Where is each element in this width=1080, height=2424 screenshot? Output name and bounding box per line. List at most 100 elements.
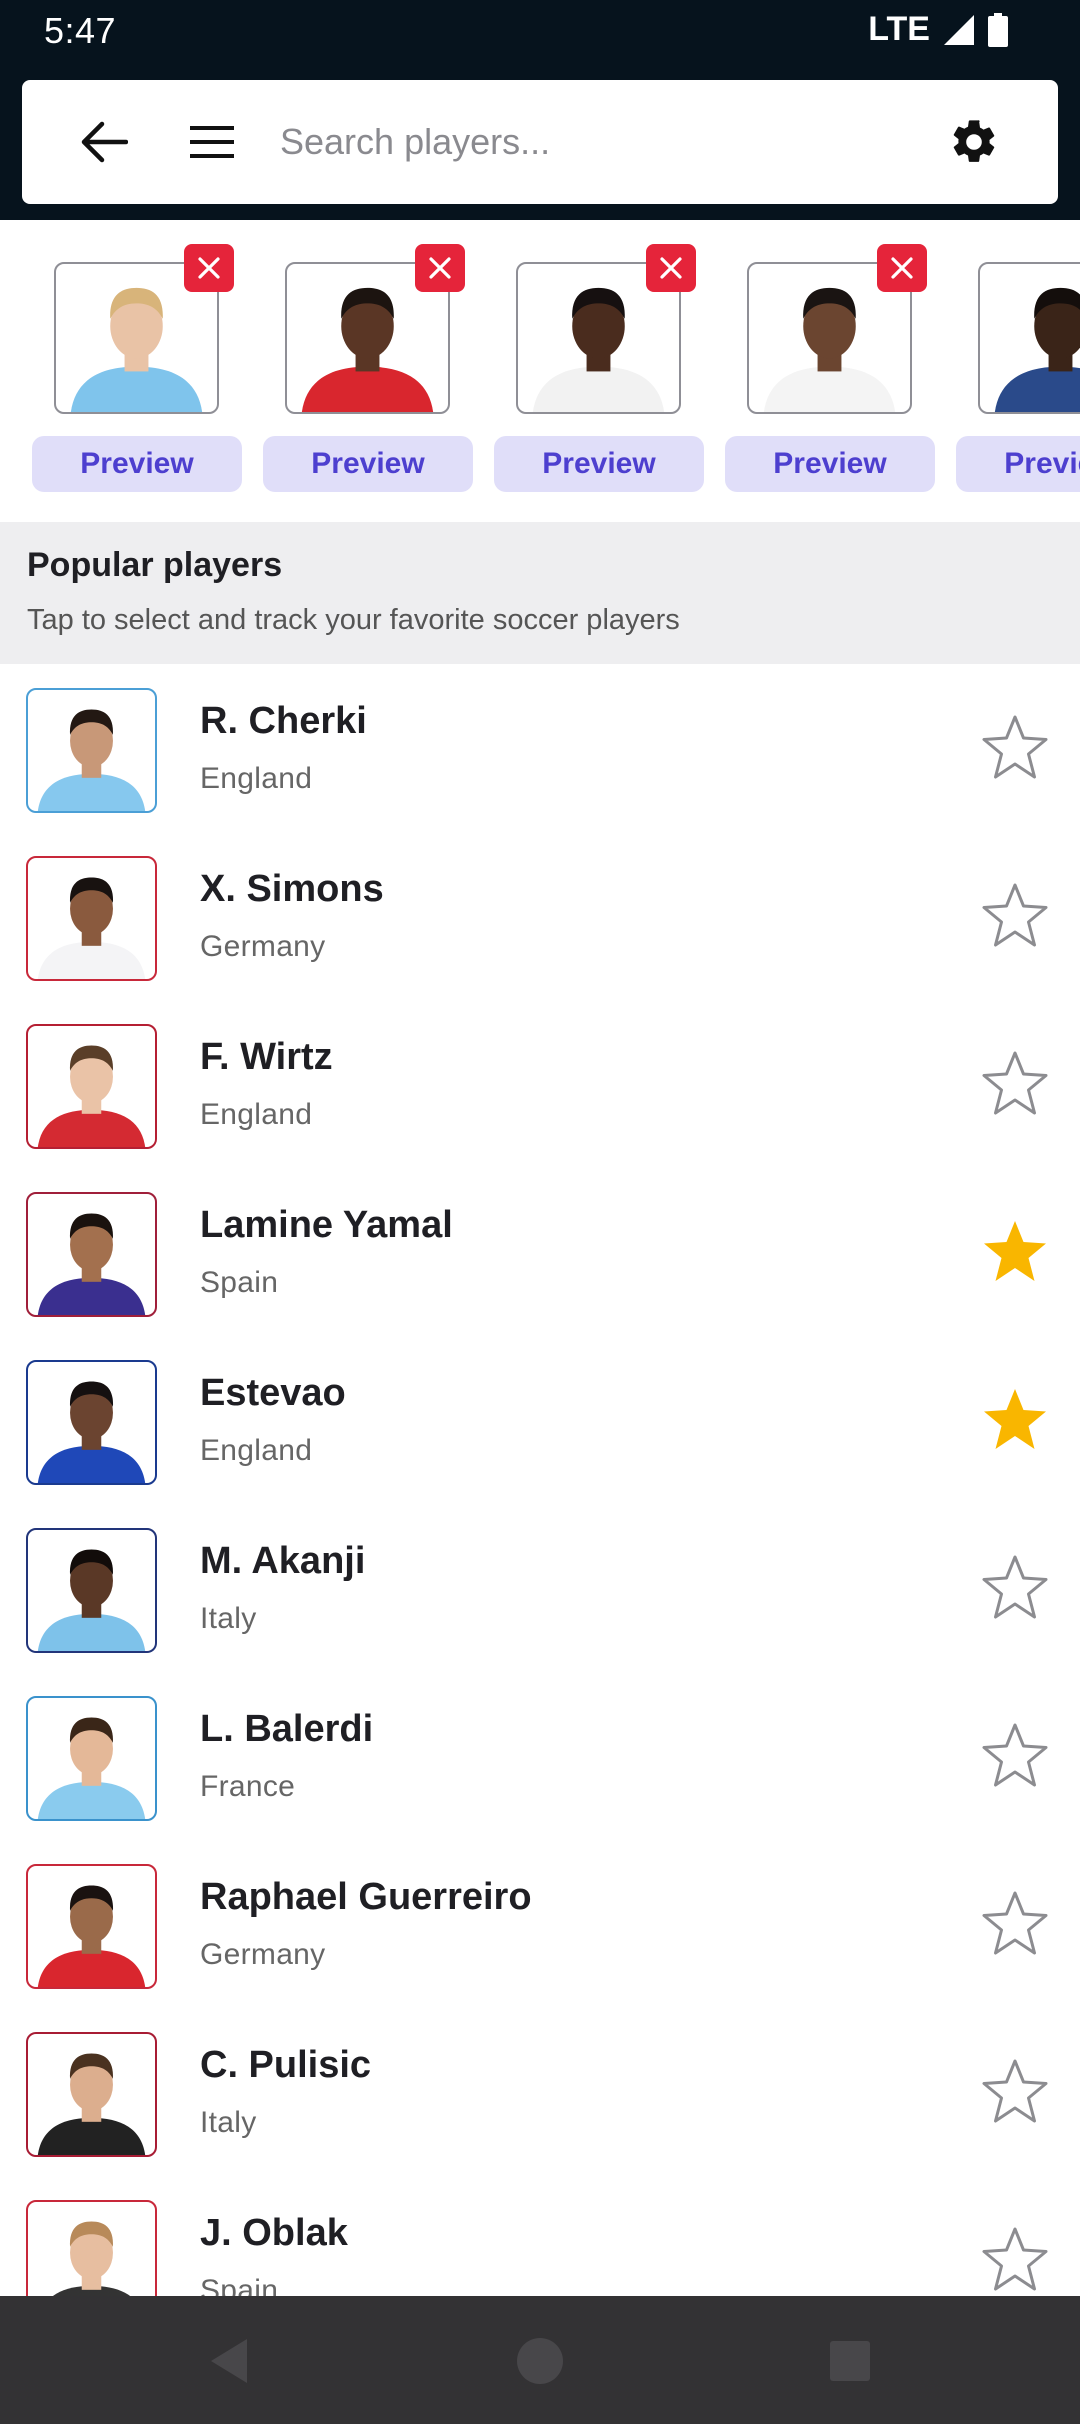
player-photo — [37, 1213, 146, 1315]
player-country: Germany — [200, 1938, 326, 1971]
search-input[interactable] — [280, 110, 880, 174]
status-bar: 5:47 LTE — [0, 0, 1080, 62]
player-photo — [37, 1885, 146, 1987]
player-row[interactable]: Lamine Yamal Spain — [0, 1168, 1080, 1336]
signal-icon — [944, 14, 974, 45]
remove-selected-button[interactable] — [646, 244, 696, 292]
preview-button[interactable]: Preview — [725, 436, 935, 492]
arrow-left-icon — [81, 121, 128, 163]
player-photo — [37, 2053, 146, 2155]
preview-button[interactable]: Preview — [956, 436, 1080, 492]
star-icon[interactable] — [980, 2226, 1050, 2292]
star-icon[interactable] — [980, 1218, 1050, 1284]
player-avatar — [26, 1024, 157, 1149]
player-country: Germany — [200, 930, 326, 963]
remove-selected-button[interactable] — [184, 244, 234, 292]
status-indicators: LTE — [868, 10, 1008, 49]
nav-recents-button[interactable] — [815, 2326, 885, 2396]
player-photo — [52, 2221, 131, 2296]
player-country: Italy — [200, 1602, 257, 1635]
player-name: M. Akanji — [200, 1540, 366, 1582]
close-icon — [429, 257, 451, 279]
player-avatar — [26, 688, 157, 813]
system-nav-bar — [0, 2296, 1080, 2424]
player-avatar — [26, 1696, 157, 1821]
close-icon — [891, 257, 913, 279]
star-icon[interactable] — [980, 714, 1050, 780]
player-name: J. Oblak — [200, 2212, 348, 2254]
selected-player-photo[interactable] — [978, 262, 1080, 414]
section-subtitle: Tap to select and track your favorite so… — [27, 604, 680, 636]
preview-button[interactable]: Preview — [263, 436, 473, 492]
player-row[interactable]: R. Cherki England — [0, 664, 1080, 832]
star-icon[interactable] — [980, 2058, 1050, 2124]
player-row[interactable]: C. Pulisic Italy — [0, 2008, 1080, 2176]
player-photo — [37, 877, 146, 979]
player-country: France — [200, 1770, 296, 1803]
search-bar — [22, 80, 1058, 204]
player-name: Lamine Yamal — [200, 1204, 453, 1246]
player-country: Spain — [200, 2274, 279, 2296]
player-avatar — [26, 2200, 157, 2296]
selected-player-item: Preview — [263, 220, 473, 522]
player-avatar — [26, 1864, 157, 1989]
close-icon — [198, 257, 220, 279]
close-icon — [660, 257, 682, 279]
player-row[interactable]: Estevao England — [0, 1336, 1080, 1504]
star-icon[interactable] — [980, 1050, 1050, 1116]
selected-player-item: Preview — [32, 220, 242, 522]
nav-back-icon — [211, 2339, 247, 2383]
player-country: England — [200, 1098, 313, 1131]
player-photo — [37, 1381, 146, 1483]
star-icon[interactable] — [980, 1386, 1050, 1452]
player-country: Italy — [200, 2106, 257, 2139]
player-row[interactable]: J. Oblak Spain — [0, 2176, 1080, 2296]
status-time: 5:47 — [44, 10, 117, 51]
remove-selected-button[interactable] — [415, 244, 465, 292]
player-name: Raphael Guerreiro — [200, 1876, 532, 1918]
player-photo — [37, 1045, 146, 1147]
player-row[interactable]: X. Simons Germany — [0, 832, 1080, 1000]
player-name: R. Cherki — [200, 700, 367, 742]
player-avatar — [26, 856, 157, 981]
nav-back-button[interactable] — [194, 2326, 264, 2396]
player-avatar — [26, 1360, 157, 1485]
player-name: F. Wirtz — [200, 1036, 333, 1078]
player-row[interactable]: Raphael Guerreiro Germany — [0, 1840, 1080, 2008]
network-type: LTE — [868, 10, 930, 48]
preview-button[interactable]: Preview — [494, 436, 704, 492]
star-icon[interactable] — [980, 1554, 1050, 1620]
preview-button[interactable]: Preview — [32, 436, 242, 492]
player-avatar — [26, 1192, 157, 1317]
player-country: England — [200, 762, 313, 795]
player-photo — [994, 287, 1080, 412]
player-avatar — [26, 1528, 157, 1653]
player-row[interactable]: F. Wirtz England — [0, 1000, 1080, 1168]
player-country: Spain — [200, 1266, 279, 1299]
player-photo — [37, 1717, 146, 1819]
player-row[interactable]: M. Akanji Italy — [0, 1504, 1080, 1672]
section-title: Popular players — [27, 546, 283, 584]
app-root: 5:47 LTE Search players... Preview Previ… — [0, 0, 1080, 2424]
hamburger-menu-icon — [190, 126, 234, 158]
settings-button[interactable] — [938, 80, 1010, 204]
player-row[interactable]: L. Balerdi France — [0, 1672, 1080, 1840]
player-avatar — [26, 2032, 157, 2157]
nav-home-button[interactable] — [505, 2326, 575, 2396]
player-name: X. Simons — [200, 868, 384, 910]
player-list: R. Cherki England X. Simons Germany F. Wirtz… — [0, 664, 1080, 2296]
player-name: L. Balerdi — [200, 1708, 374, 1750]
star-icon[interactable] — [980, 1890, 1050, 1956]
menu-button[interactable] — [180, 80, 244, 204]
selected-players-strip: Preview Preview Preview Preview Preview — [0, 220, 1080, 522]
player-photo — [37, 709, 146, 811]
back-button[interactable] — [72, 80, 136, 204]
star-icon[interactable] — [980, 882, 1050, 948]
popular-players-header: Popular players Tap to select and track … — [0, 522, 1080, 664]
star-icon[interactable] — [980, 1722, 1050, 1788]
player-name: C. Pulisic — [200, 2044, 372, 2086]
battery-icon — [988, 12, 1008, 47]
remove-selected-button[interactable] — [877, 244, 927, 292]
nav-recents-icon — [830, 2341, 870, 2381]
app-header: 5:47 LTE — [0, 0, 1080, 220]
